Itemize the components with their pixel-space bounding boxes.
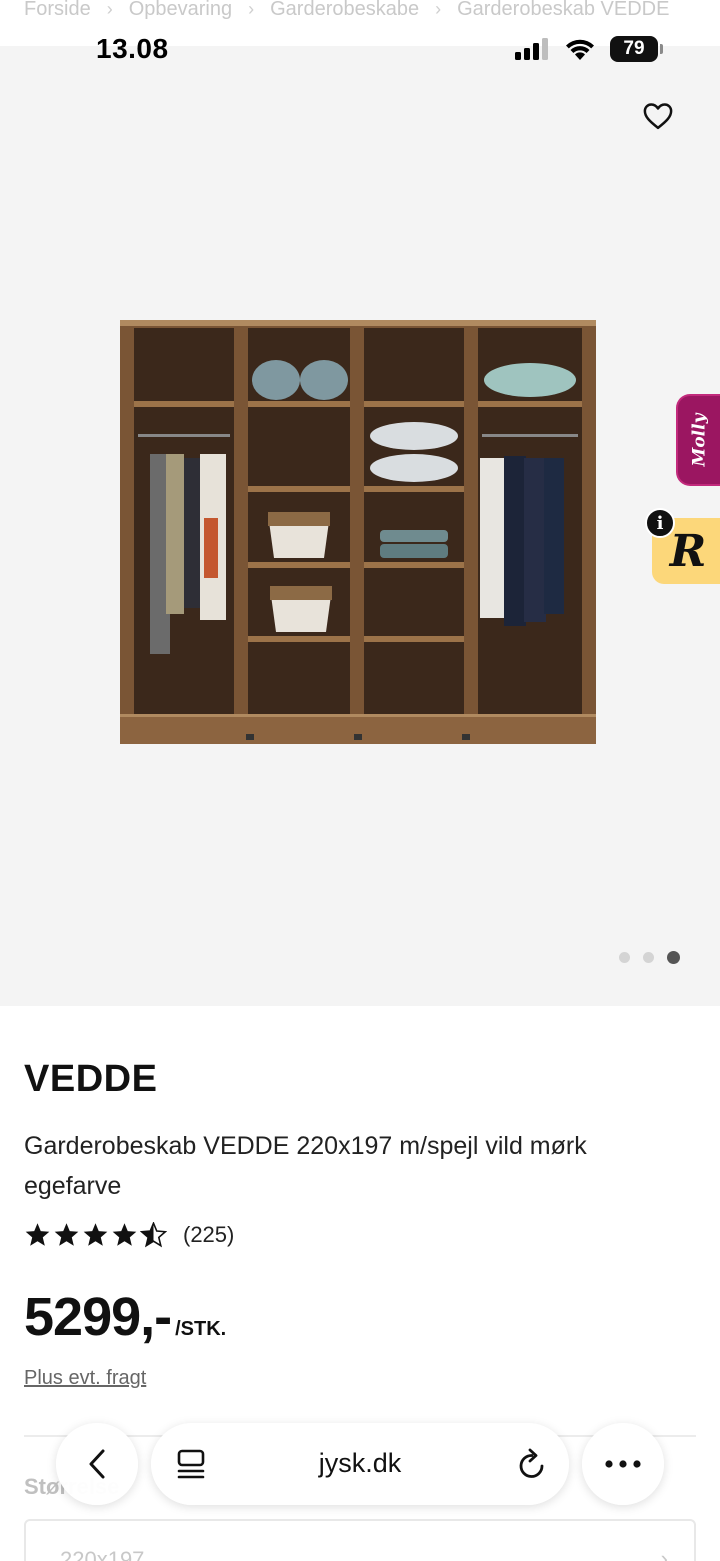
- breadcrumb-item-current: Garderobeskab VEDDE: [457, 0, 670, 20]
- breadcrumb-separator-icon: ›: [106, 0, 113, 19]
- info-icon[interactable]: i: [645, 508, 675, 538]
- star-rating: [24, 1222, 167, 1248]
- battery-icon: 79: [610, 36, 663, 62]
- star-icon: [25, 1223, 50, 1246]
- product-gallery[interactable]: [0, 46, 720, 1006]
- battery-level: 79: [623, 38, 645, 59]
- chevron-right-icon: ›: [660, 1546, 668, 1561]
- status-bar: 13.08 79: [0, 28, 720, 74]
- breadcrumb-separator-icon: ›: [248, 0, 255, 19]
- browser-url-bar[interactable]: jysk.dk: [151, 1423, 569, 1505]
- product-image-wardrobe[interactable]: [118, 318, 598, 748]
- breadcrumb-item-garderobeskabe[interactable]: Garderobeskabe: [270, 0, 419, 21]
- shipping-info-link[interactable]: Plus evt. fragt: [24, 1367, 146, 1390]
- breadcrumb-item-forside[interactable]: Forside: [24, 0, 91, 21]
- signal-icon: [515, 38, 548, 60]
- r-logo-icon: R: [669, 525, 707, 577]
- wishlist-button[interactable]: [640, 98, 676, 134]
- wifi-icon: [566, 39, 594, 60]
- browser-back-button[interactable]: [56, 1423, 138, 1505]
- size-select[interactable]: 220x197: [24, 1519, 696, 1561]
- gallery-dot[interactable]: [619, 952, 630, 963]
- gallery-dot-active[interactable]: [667, 951, 680, 964]
- half-star-icon: [140, 1222, 167, 1248]
- star-icon: [54, 1223, 79, 1246]
- product-brand: VEDDE: [24, 1058, 158, 1100]
- product-title: Garderobeskab VEDDE 220x197 m/spejl vild…: [24, 1132, 587, 1200]
- price-value: 5299,-: [24, 1287, 172, 1347]
- size-select-value: 220x197: [60, 1547, 145, 1561]
- product-rating[interactable]: (225): [24, 1222, 234, 1248]
- gallery-pagination[interactable]: [619, 951, 680, 964]
- review-count[interactable]: (225): [183, 1222, 234, 1248]
- more-dots-icon: [605, 1460, 641, 1468]
- molly-label: Molly: [689, 413, 710, 467]
- breadcrumb-separator-icon: ›: [435, 0, 442, 19]
- back-chevron-icon: [89, 1449, 105, 1479]
- price-unit: /STK.: [175, 1318, 227, 1340]
- status-icons: 79: [514, 36, 663, 62]
- molly-chat-tab[interactable]: Molly: [676, 394, 720, 486]
- product-price: 5299,- /STK.: [24, 1286, 226, 1348]
- reload-icon[interactable]: [517, 1448, 547, 1480]
- star-icon: [112, 1223, 137, 1246]
- heart-icon: [643, 103, 673, 130]
- star-icon: [83, 1223, 108, 1246]
- url-text[interactable]: jysk.dk: [151, 1448, 569, 1479]
- breadcrumb-item-opbevaring[interactable]: Opbevaring: [129, 0, 232, 21]
- status-time: 13.08: [96, 33, 169, 64]
- browser-more-button[interactable]: [582, 1423, 664, 1505]
- gallery-dot[interactable]: [643, 952, 654, 963]
